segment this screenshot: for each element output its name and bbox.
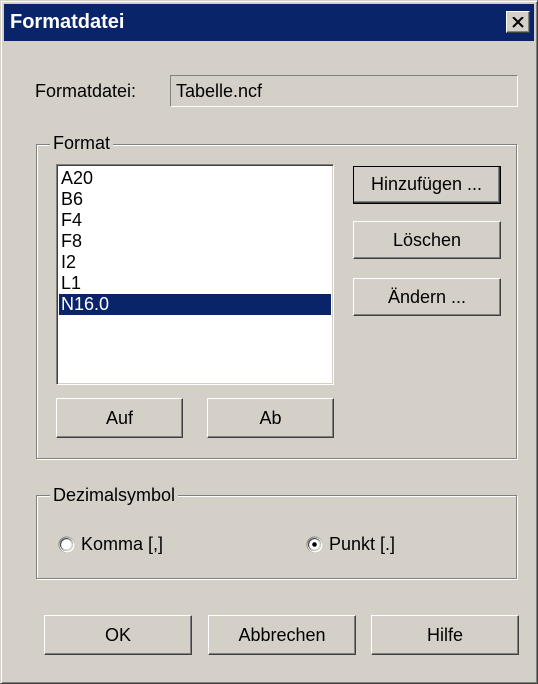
format-list-item[interactable]: N16.0 xyxy=(59,294,331,315)
title-bar[interactable]: Formatdatei xyxy=(4,4,534,41)
format-list-item[interactable]: I2 xyxy=(59,252,331,273)
file-label: Formatdatei: xyxy=(35,81,137,101)
close-button[interactable] xyxy=(506,11,530,33)
point-radio-option[interactable]: Punkt [.] xyxy=(306,534,395,555)
format-list-item[interactable]: F4 xyxy=(59,210,331,231)
format-list-item[interactable]: F8 xyxy=(59,231,331,252)
add-button[interactable]: Hinzufügen ... xyxy=(353,166,501,204)
move-down-button[interactable]: Ab xyxy=(207,398,334,438)
help-button[interactable]: Hilfe xyxy=(371,615,519,655)
edit-button[interactable]: Ändern ... xyxy=(353,278,501,316)
file-name-field: Tabelle.ncf xyxy=(170,75,518,107)
window-title: Formatdatei xyxy=(10,11,125,33)
delete-button[interactable]: Löschen xyxy=(353,221,501,259)
point-radio[interactable] xyxy=(306,536,323,553)
format-list-item[interactable]: A20 xyxy=(59,168,331,189)
format-list-item[interactable]: B6 xyxy=(59,189,331,210)
format-list-item[interactable]: L1 xyxy=(59,273,331,294)
point-radio-label: Punkt [.] xyxy=(329,534,396,554)
ok-button[interactable]: OK xyxy=(44,615,192,655)
cancel-button[interactable]: Abbrechen xyxy=(208,615,356,655)
format-listbox[interactable]: A20 B6 F4 F8 I2 L1 N16.0 xyxy=(56,164,334,385)
comma-radio-label: Komma [,] xyxy=(81,534,164,554)
comma-radio[interactable] xyxy=(58,536,75,553)
comma-radio-option[interactable]: Komma [,] xyxy=(58,534,163,555)
move-up-button[interactable]: Auf xyxy=(56,398,183,438)
decimal-group-legend: Dezimalsymbol xyxy=(50,485,179,505)
dialog-window: Formatdatei Formatdatei: Tabelle.ncf For… xyxy=(0,0,538,684)
close-icon xyxy=(512,16,524,28)
format-group-legend: Format xyxy=(50,133,114,153)
